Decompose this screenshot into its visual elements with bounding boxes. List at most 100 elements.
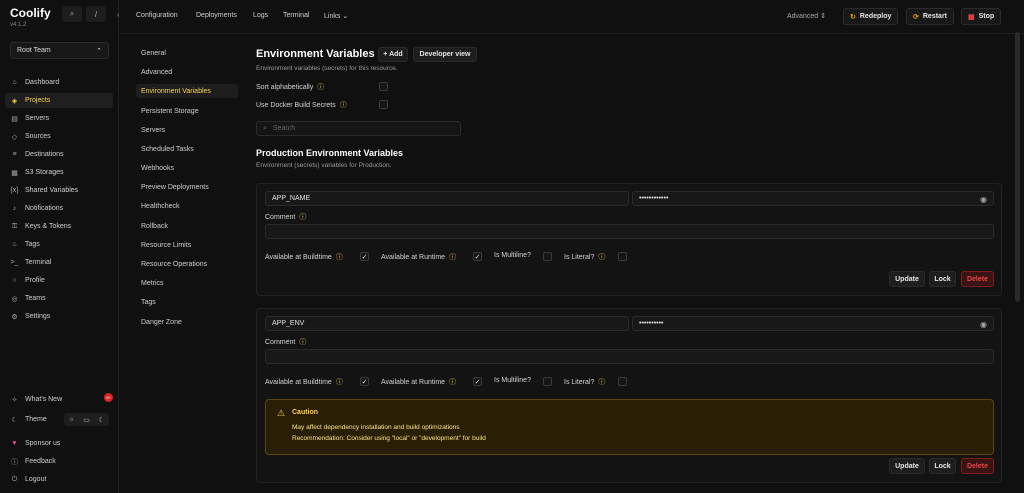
- tab-deployments[interactable]: Deployments: [196, 12, 237, 19]
- variable-value-input[interactable]: •••••••••• ◉: [632, 316, 994, 331]
- sidebar-item-shared-variables[interactable]: {x} Shared Variables: [5, 183, 113, 198]
- variable-name-input[interactable]: APP_ENV: [265, 316, 629, 331]
- tag-icon: ⌂: [12, 241, 17, 248]
- sidebar-item-label: Terminal: [25, 259, 52, 266]
- developer-view-button[interactable]: Developer view: [413, 47, 477, 62]
- multiline-label: Is Multiline?: [494, 252, 531, 259]
- submenu-metrics[interactable]: Metrics: [136, 276, 238, 290]
- submenu-resource-limits[interactable]: Resource Limits: [136, 238, 238, 252]
- info-icon: ⓘ: [598, 254, 606, 261]
- info-icon: ⓘ: [299, 339, 307, 346]
- sidebar-item-dashboard[interactable]: ⌂ Dashboard: [5, 75, 113, 90]
- submenu-preview-deployments[interactable]: Preview Deployments: [136, 180, 238, 194]
- eye-icon[interactable]: ◉: [980, 195, 987, 204]
- masked-value: ••••••••••: [639, 320, 664, 327]
- runtime-checkbox[interactable]: ✓: [473, 252, 482, 261]
- buildtime-checkbox[interactable]: ✓: [360, 377, 369, 386]
- info-icon: ⓘ: [598, 379, 606, 386]
- comment-label: Comment ⓘ: [265, 212, 306, 222]
- collapse-sidebar-icon[interactable]: ‹: [117, 12, 119, 19]
- sun-icon[interactable]: ☼: [68, 416, 74, 423]
- sidebar-item-sources[interactable]: ◇ Sources: [5, 129, 113, 144]
- search-input[interactable]: ⌕ Search: [256, 121, 461, 136]
- submenu-servers[interactable]: Servers: [136, 123, 238, 137]
- sponsor-link[interactable]: ♥ Sponsor us: [5, 436, 113, 451]
- tab-configuration[interactable]: Configuration: [136, 12, 178, 19]
- lock-button[interactable]: Lock: [929, 458, 956, 474]
- sidebar-item-tags[interactable]: ⌂ Tags: [5, 237, 113, 252]
- sidebar-item-s3-storages[interactable]: ▦ S3 Storages: [5, 165, 113, 180]
- submenu-persistent-storage[interactable]: Persistent Storage: [136, 104, 238, 118]
- feedback-link[interactable]: ⓘ Feedback: [5, 454, 113, 469]
- literal-label: Is Literal? ⓘ: [564, 377, 605, 387]
- submenu-tags[interactable]: Tags: [136, 295, 238, 309]
- submenu-rollback[interactable]: Rollback: [136, 219, 238, 233]
- sort-alphabetically-checkbox[interactable]: [379, 82, 388, 91]
- sidebar-item-settings[interactable]: ⚙ Settings: [5, 309, 113, 324]
- sidebar-item-destinations[interactable]: ≡ Destinations: [5, 147, 113, 162]
- page-subtitle: Environment variables (secrets) for this…: [256, 65, 398, 72]
- sidebar-item-profile[interactable]: ○ Profile: [5, 273, 113, 288]
- sidebar-item-keys-tokens[interactable]: ⚿ Keys & Tokens: [5, 219, 113, 234]
- sidebar-item-teams[interactable]: ◎ Teams: [5, 291, 113, 306]
- search-button[interactable]: ⌕: [62, 6, 82, 22]
- masked-value: ••••••••••••: [639, 195, 669, 202]
- submenu-general[interactable]: General: [136, 46, 238, 60]
- logout-link[interactable]: ⏻ Logout: [5, 472, 113, 487]
- tab-links[interactable]: Links ⌄: [324, 12, 348, 20]
- literal-checkbox[interactable]: [618, 377, 627, 386]
- advanced-dropdown[interactable]: Advanced ⇕: [787, 12, 826, 20]
- sidebar-item-label: Settings: [25, 313, 51, 320]
- variable-value-input[interactable]: •••••••••••• ◉: [632, 191, 994, 206]
- sidebar-item-servers[interactable]: ▤ Servers: [5, 111, 113, 126]
- comment-input[interactable]: [265, 224, 994, 239]
- layers-icon: ◈: [11, 97, 18, 105]
- update-button[interactable]: Update: [889, 271, 925, 287]
- monitor-icon[interactable]: ▭: [83, 416, 90, 424]
- submenu-resource-operations[interactable]: Resource Operations: [136, 257, 238, 271]
- submenu-environment-variables[interactable]: Environment Variables: [136, 84, 238, 98]
- tab-logs[interactable]: Logs: [253, 12, 268, 19]
- shortcut-button[interactable]: /: [86, 6, 106, 22]
- submenu-healthcheck[interactable]: Healthcheck: [136, 199, 238, 213]
- delete-button[interactable]: Delete: [961, 271, 994, 287]
- whats-new-link[interactable]: ✧ What's New: [5, 392, 113, 407]
- submenu-webhooks[interactable]: Webhooks: [136, 161, 238, 175]
- moon-icon: ☾: [11, 416, 18, 424]
- multiline-checkbox[interactable]: [543, 252, 552, 261]
- runtime-checkbox[interactable]: ✓: [473, 377, 482, 386]
- multiline-checkbox[interactable]: [543, 377, 552, 386]
- redeploy-button[interactable]: ↻ Redeploy: [843, 8, 899, 25]
- lock-button[interactable]: Lock: [929, 271, 956, 287]
- theme-toggle[interactable]: ☼ ▭ ☾: [64, 413, 109, 426]
- literal-checkbox[interactable]: [618, 252, 627, 261]
- terminal-icon: >_: [10, 259, 19, 266]
- submenu-scheduled-tasks[interactable]: Scheduled Tasks: [136, 142, 238, 156]
- sponsor-label: Sponsor us: [25, 440, 61, 447]
- sidebar-item-terminal[interactable]: >_ Terminal: [5, 255, 113, 270]
- variable-name-input[interactable]: APP_NAME: [265, 191, 629, 206]
- buildtime-checkbox[interactable]: ✓: [360, 252, 369, 261]
- submenu-danger-zone[interactable]: Danger Zone: [136, 315, 238, 329]
- sidebar-item-projects[interactable]: ◈ Projects: [5, 93, 113, 108]
- delete-button[interactable]: Delete: [961, 458, 994, 474]
- scrollbar[interactable]: [1015, 32, 1020, 302]
- sidebar-item-notifications[interactable]: ♪ Notifications: [5, 201, 113, 216]
- docker-secrets-checkbox[interactable]: [379, 100, 388, 109]
- submenu-advanced[interactable]: Advanced: [136, 65, 238, 79]
- caution-line-1: May affect dependency installation and b…: [292, 424, 460, 431]
- add-variable-button[interactable]: + Add: [378, 47, 408, 62]
- comment-input[interactable]: [265, 349, 994, 364]
- tab-terminal[interactable]: Terminal: [283, 12, 309, 19]
- moon-icon[interactable]: ☾: [98, 416, 104, 424]
- restart-button[interactable]: ⟳ Restart: [906, 8, 954, 25]
- eye-icon[interactable]: ◉: [980, 320, 987, 329]
- bell-icon: ♪: [12, 205, 17, 212]
- team-select[interactable]: Root Team ⌃: [10, 42, 109, 59]
- stop-button[interactable]: ▦ Stop: [961, 8, 1002, 25]
- env-var-card: APP_NAME •••••••••••• ◉ Comment ⓘ Availabl…: [256, 183, 1002, 296]
- buildtime-label: Available at Buildtime ⓘ: [265, 252, 343, 262]
- docker-secrets-label: Use Docker Build Secrets ⓘ: [256, 100, 347, 110]
- update-button[interactable]: Update: [889, 458, 925, 474]
- chevron-updown-icon: ⇕: [820, 13, 826, 20]
